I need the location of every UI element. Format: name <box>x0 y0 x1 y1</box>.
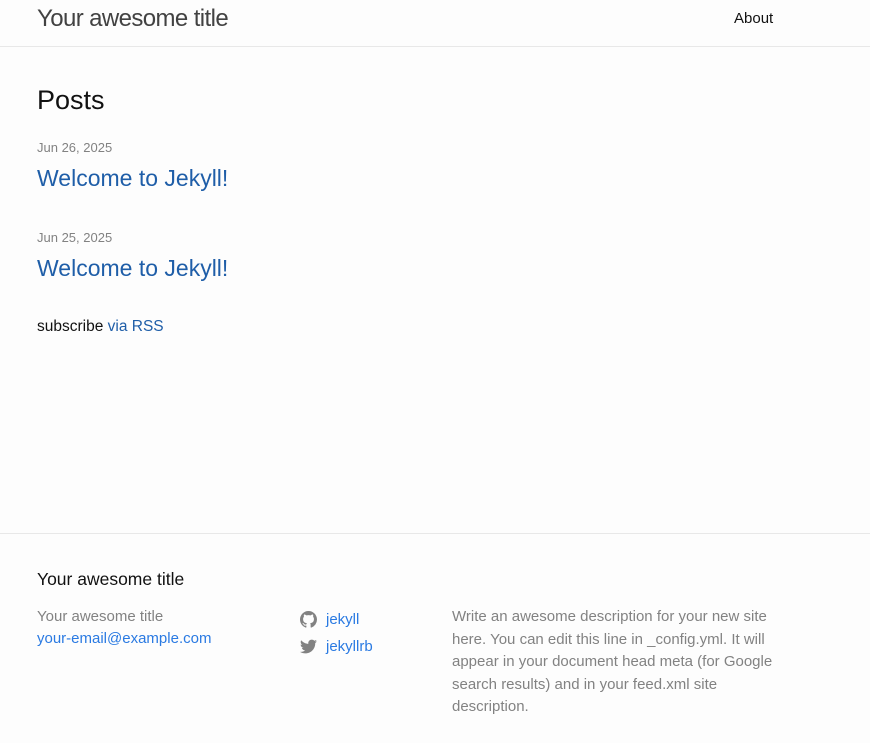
nav-link-about[interactable]: About <box>734 9 773 29</box>
site-footer: Your awesome title Your awesome title yo… <box>0 533 870 743</box>
social-item-twitter[interactable]: jekyllrb <box>300 633 373 660</box>
post-title-text: Welcome to Jekyll! <box>37 255 229 281</box>
posts-heading: Posts <box>37 85 105 115</box>
footer-name: Your awesome title <box>37 608 164 625</box>
footer-contact: Your awesome title your-email@example.co… <box>37 606 211 650</box>
twitter-icon <box>300 638 317 655</box>
subscribe-label: subscribe <box>37 318 104 335</box>
rss-subscribe: subscribe via RSS <box>37 317 164 337</box>
site-description: Write an awesome description for your ne… <box>452 608 773 716</box>
github-icon <box>300 611 317 628</box>
post-title-text: Welcome to Jekyll! <box>37 165 229 191</box>
social-item-github[interactable]: jekyll <box>300 606 373 633</box>
post-title-link[interactable]: Welcome to Jekyll! <box>37 163 228 193</box>
twitter-link[interactable]: jekyllrb <box>326 637 373 657</box>
post-date: Jun 26, 2025 <box>37 140 113 155</box>
post-title-link[interactable]: Welcome to Jekyll! <box>37 253 228 283</box>
footer-email-link[interactable]: your-email@example.com <box>37 628 211 650</box>
site-title-link[interactable]: Your awesome title <box>37 4 229 34</box>
rss-link[interactable]: via RSS <box>108 318 164 335</box>
site-header: Your awesome title About <box>0 0 870 47</box>
github-link[interactable]: jekyll <box>326 610 359 630</box>
post-date: Jun 25, 2025 <box>37 230 113 245</box>
social-media-list: jekyll jekyllrb <box>300 606 373 660</box>
footer-heading: Your awesome title <box>37 569 185 589</box>
